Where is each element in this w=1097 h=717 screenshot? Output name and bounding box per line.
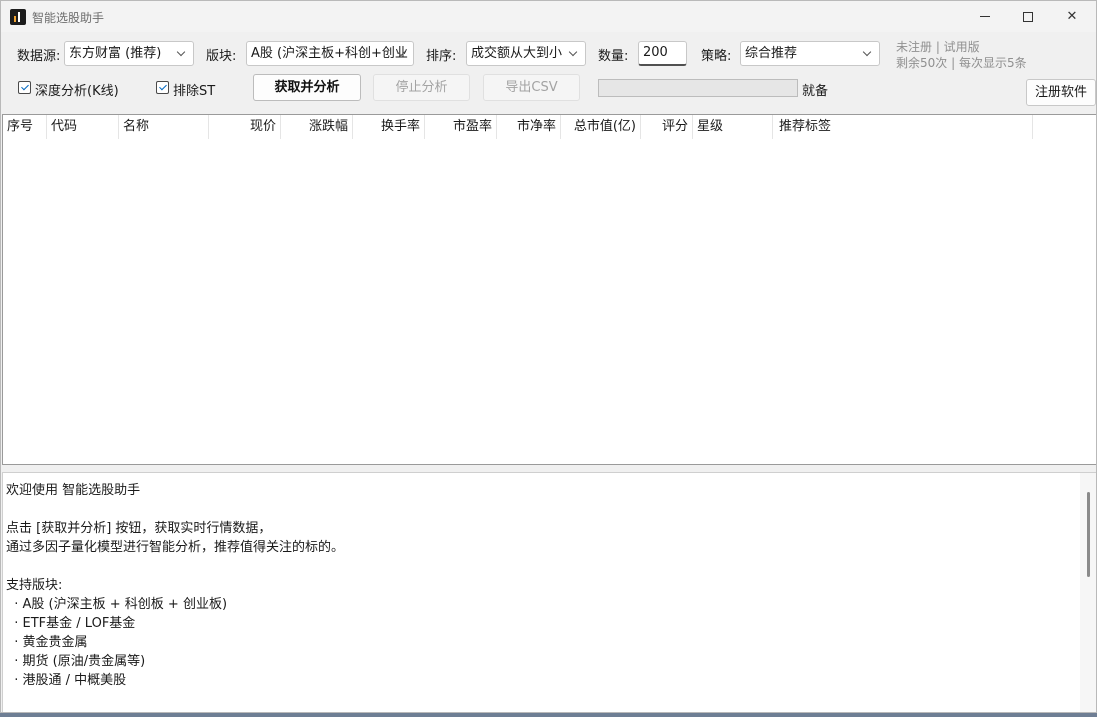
qty-label: 数量: (598, 49, 629, 64)
exclude-st-label: 排除ST (173, 84, 216, 99)
log-line: · 期货 (原油/贵金属等) (6, 654, 146, 669)
register-button[interactable]: 注册软件 (1026, 79, 1096, 106)
log-panel[interactable]: 欢迎使用 智能选股助手 点击 [获取并分析] 按钮，获取实时行情数据， 通过多因… (2, 472, 1096, 712)
log-line: 点击 [获取并分析] 按钮，获取实时行情数据， (6, 521, 272, 536)
app-logo-icon (10, 9, 26, 25)
chevron-down-icon (396, 42, 408, 65)
column-header-stars[interactable]: 星级 (693, 115, 773, 139)
board-label: 版块: (206, 49, 237, 64)
registration-status: 未注册 | 试用版 (896, 40, 980, 54)
fetch-analyze-button[interactable]: 获取并分析 (253, 74, 361, 101)
table-header: 序号 代码 名称 现价 涨跌幅 换手率 市盈率 市净率 总市值(亿) 评分 星级… (3, 115, 1096, 140)
column-header-code[interactable]: 代码 (47, 115, 119, 139)
source-select[interactable]: 东方财富 (推荐) (64, 41, 194, 66)
title-bar: 智能选股助手 ✕ (1, 1, 1096, 32)
log-line: 支持版块: (6, 578, 63, 593)
strategy-select[interactable]: 综合推荐 (740, 41, 880, 66)
column-header-name[interactable]: 名称 (119, 115, 209, 139)
sort-select[interactable]: 成交额从大到小 (466, 41, 586, 66)
export-csv-button[interactable]: 导出CSV (483, 74, 580, 101)
chevron-down-icon (176, 42, 188, 65)
maximize-button[interactable] (1005, 1, 1051, 32)
close-button[interactable]: ✕ (1049, 1, 1095, 32)
minimize-button[interactable] (962, 1, 1008, 32)
strategy-label: 策略: (701, 49, 732, 64)
close-icon: ✕ (1066, 9, 1078, 24)
column-header-index[interactable]: 序号 (3, 115, 47, 139)
checkbox-checked-icon (18, 81, 31, 94)
sort-select-value: 成交额从大到小 (471, 46, 563, 61)
board-select-value: A股 (沪深主板+科创+创业 (251, 46, 408, 61)
chevron-down-icon (568, 42, 580, 65)
checkbox-checked-icon (156, 81, 169, 94)
log-line: · ETF基金 / LOF基金 (6, 616, 136, 631)
column-header-tags[interactable]: 推荐标签 (773, 115, 1033, 139)
log-scrollbar[interactable] (1080, 473, 1096, 712)
column-header-pe[interactable]: 市盈率 (425, 115, 497, 139)
source-select-value: 东方财富 (推荐) (69, 46, 162, 61)
deep-analysis-label: 深度分析(K线) (35, 84, 119, 99)
results-table[interactable]: 序号 代码 名称 现价 涨跌幅 换手率 市盈率 市净率 总市值(亿) 评分 星级… (2, 114, 1096, 465)
column-header-score[interactable]: 评分 (641, 115, 693, 139)
chevron-down-icon (862, 42, 874, 65)
log-line: · A股 (沪深主板 + 科创板 + 创业板) (6, 597, 228, 612)
sort-label: 排序: (426, 49, 457, 64)
minimize-icon (980, 16, 990, 17)
log-line: 欢迎使用 智能选股助手 (6, 483, 141, 498)
column-header-price[interactable]: 现价 (209, 115, 281, 139)
log-line: 通过多因子量化模型进行智能分析，推荐值得关注的标的。 (6, 540, 345, 555)
column-header-change[interactable]: 涨跌幅 (281, 115, 353, 139)
status-text: 就备 (802, 84, 829, 99)
log-line: · 黄金贵金属 (6, 635, 88, 650)
stop-analysis-button[interactable]: 停止分析 (373, 74, 470, 101)
window-title: 智能选股助手 (32, 11, 105, 25)
strategy-select-value: 综合推荐 (745, 46, 798, 61)
column-header-mktcap[interactable]: 总市值(亿) (561, 115, 641, 139)
board-select[interactable]: A股 (沪深主板+科创+创业 (246, 41, 414, 66)
column-header-pb[interactable]: 市净率 (497, 115, 561, 139)
column-header-turnover[interactable]: 换手率 (353, 115, 425, 139)
maximize-icon (1023, 11, 1033, 22)
progress-bar (598, 79, 798, 97)
scrollbar-thumb[interactable] (1087, 492, 1090, 577)
source-label: 数据源: (17, 49, 61, 64)
log-line: · 港股通 / 中概美股 (6, 673, 127, 688)
quantity-input[interactable]: 200 (638, 41, 687, 66)
app-window: 智能选股助手 ✕ 数据源: 东方财富 (推荐) 版块: A股 (沪深主板+科创+… (0, 0, 1097, 713)
trial-remaining: 剩余50次 | 每次显示5条 (896, 56, 1027, 70)
